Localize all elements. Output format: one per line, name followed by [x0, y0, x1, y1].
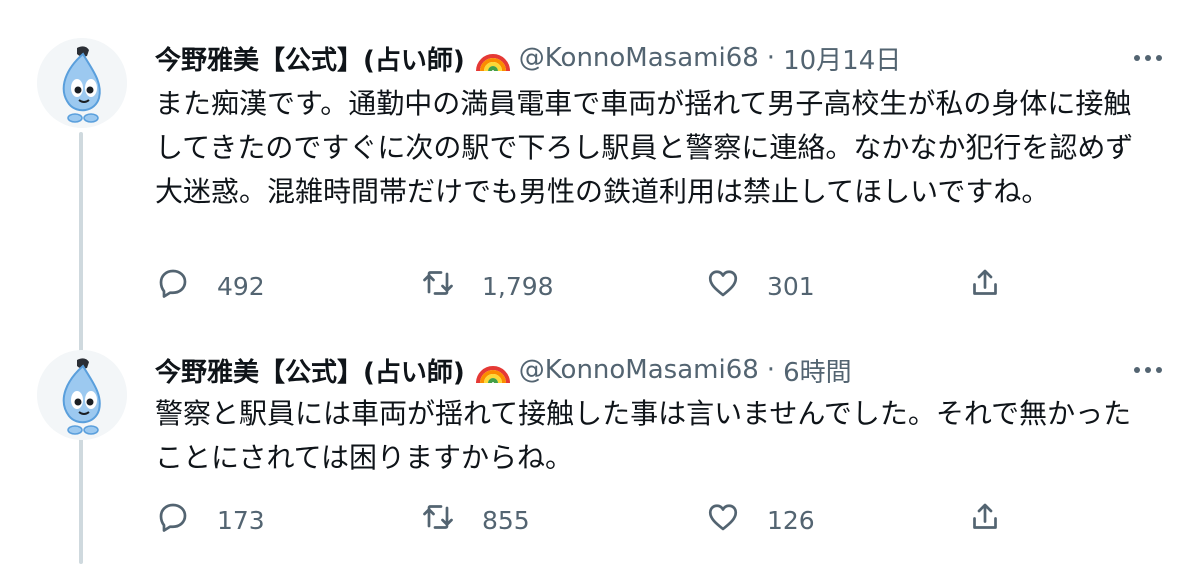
more-dots-icon[interactable]: [1128, 350, 1168, 390]
handle[interactable]: @KonnoMasami68: [519, 355, 759, 385]
timestamp[interactable]: 10月14日: [783, 40, 901, 77]
retweet-count: 1,798: [482, 271, 554, 301]
heart-icon: [705, 499, 741, 541]
like-button[interactable]: 126: [705, 500, 815, 540]
reply-count: 492: [217, 271, 265, 301]
display-name[interactable]: 今野雅美【公式】(占い師): [155, 352, 465, 389]
retweet-count: 855: [482, 505, 530, 535]
reply-icon: [155, 265, 191, 307]
like-button[interactable]: 301: [705, 266, 815, 306]
tweet-header: 今野雅美【公式】(占い師) @KonnoMasami68 · 6時間: [155, 350, 852, 390]
like-count: 301: [767, 271, 815, 301]
display-name[interactable]: 今野雅美【公式】(占い師): [155, 40, 465, 77]
share-icon: [967, 499, 1003, 541]
like-count: 126: [767, 505, 815, 535]
reply-button[interactable]: 492: [155, 266, 265, 306]
tweet-text: また痴漢です。通勤中の満員電車で車両が揺れて男子高校生が私の身体に接触してきたの…: [155, 87, 1134, 208]
separator-dot: ·: [766, 43, 776, 73]
reply-icon: [155, 499, 191, 541]
share-button[interactable]: [967, 500, 1003, 540]
rainbow-icon: [475, 43, 511, 73]
reply-count: 173: [217, 505, 265, 535]
thread-connector-line: [79, 132, 83, 564]
tweet-actions: 492 1,798 301: [155, 266, 1055, 306]
separator-dot: ·: [766, 355, 776, 385]
reply-button[interactable]: 173: [155, 500, 265, 540]
handle[interactable]: @KonnoMasami68: [519, 43, 759, 73]
retweet-icon: [420, 499, 456, 541]
share-icon: [967, 265, 1003, 307]
rainbow-icon: [475, 355, 511, 385]
retweet-button[interactable]: 1,798: [420, 266, 554, 306]
timestamp[interactable]: 6時間: [783, 352, 852, 389]
share-button[interactable]: [967, 266, 1003, 306]
tweet-text: 警察と駅員には車両が揺れて接触した事は言いませんでした。それで無かったことにされ…: [155, 397, 1132, 474]
avatar[interactable]: [37, 350, 127, 440]
tweet-actions: 173 855 126: [155, 500, 1055, 540]
retweet-button[interactable]: 855: [420, 500, 530, 540]
heart-icon: [705, 265, 741, 307]
avatar[interactable]: [37, 38, 127, 128]
tweet-header: 今野雅美【公式】(占い師) @KonnoMasami68 · 10月14日: [155, 38, 901, 78]
more-dots-icon[interactable]: [1128, 38, 1168, 78]
retweet-icon: [420, 265, 456, 307]
